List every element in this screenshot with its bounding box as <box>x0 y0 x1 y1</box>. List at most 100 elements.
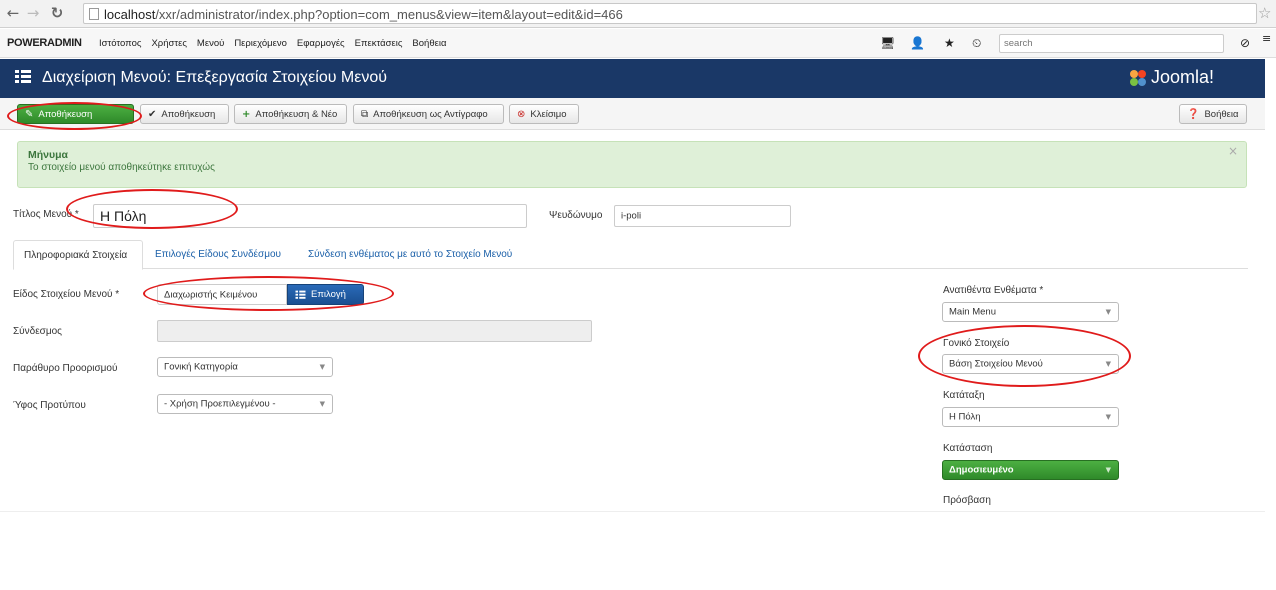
url-path: /xxr/administrator/index.php?option=com_… <box>155 7 623 22</box>
joomla-mini-icon[interactable]: ⊘ <box>1240 36 1250 50</box>
joomla-logo: Joomla! <box>1128 67 1214 88</box>
save-button-label: Αποθήκευση <box>38 108 93 120</box>
page-icon <box>89 8 99 20</box>
target-window-select[interactable]: Γονική Κατηγορία ▼ <box>157 357 333 377</box>
ordering-select[interactable]: Η Πόλη ▼ <box>942 407 1119 427</box>
alias-input-value: i-poli <box>621 210 642 222</box>
joomla-logo-icon <box>1130 69 1146 86</box>
chevron-down-icon: ▼ <box>1105 466 1111 474</box>
save-close-label: Αποθήκευση <box>161 108 216 120</box>
status-label: Κατάσταση <box>943 443 993 454</box>
search-input[interactable] <box>1000 35 1223 52</box>
alias-label: Ψευδώνυμο <box>549 210 603 221</box>
edit-icon: ✎ <box>25 108 34 120</box>
alert-text: Το στοιχείο μενού αποθηκεύτηκε επιτυχώς <box>28 162 215 173</box>
bookmark-star-icon[interactable]: ☆ <box>1258 4 1271 22</box>
back-icon[interactable]: ← <box>4 4 22 22</box>
save-copy-button[interactable]: ⧉ Αποθήκευση ως Αντίγραφο <box>353 104 504 124</box>
check-icon: ✔ <box>148 108 157 120</box>
blank-area <box>0 512 1276 590</box>
alert-heading: Μήνυμα <box>28 149 68 161</box>
menu-label: Ανατιθέντα Ενθέματα * <box>943 285 1044 296</box>
tab-details[interactable]: Πληροφοριακά Στοιχεία <box>13 240 143 270</box>
parent-item-select[interactable]: Βάση Στοιχείου Μενού ▼ <box>942 354 1119 374</box>
menu-item-extensions[interactable]: Επεκτάσεις <box>355 38 403 49</box>
menu-value: Main Menu <box>949 306 996 318</box>
menu-select[interactable]: Main Menu ▼ <box>942 302 1119 322</box>
status-select[interactable]: Δημοσιευμένο ▼ <box>942 460 1119 480</box>
chevron-down-icon: ▼ <box>1105 308 1111 316</box>
menu-item-help[interactable]: Βοήθεια <box>412 38 446 49</box>
select-type-label: Επιλογή <box>311 289 346 300</box>
link-input <box>157 320 592 342</box>
menu-item-site[interactable]: Ιστότοπος <box>99 38 141 49</box>
clock-icon[interactable]: ⏲ <box>972 36 981 51</box>
menu-type-display: Διαχωριστής Κειμένου <box>157 284 287 305</box>
link-label: Σύνδεσμος <box>13 326 62 337</box>
template-style-label: Ύφος Προτύπου <box>13 400 86 411</box>
user-icon[interactable]: 👤 <box>910 36 925 50</box>
url-text: localhost/xxr/administrator/index.php?op… <box>104 7 623 22</box>
menu-item-content[interactable]: Περιεχόμενο <box>234 38 287 49</box>
ordering-label: Κατάταξη <box>943 390 985 401</box>
title-input-value: Η Πόλη <box>100 208 147 224</box>
title-input[interactable]: Η Πόλη <box>93 204 527 228</box>
help-label: Βοήθεια <box>1204 108 1239 120</box>
help-button[interactable]: ❓ Βοήθεια <box>1179 104 1247 124</box>
alert-close-icon[interactable]: × <box>1228 144 1238 158</box>
copy-icon: ⧉ <box>361 108 369 120</box>
alias-input[interactable]: i-poli <box>614 205 791 227</box>
success-message: Μήνυμα Το στοιχείο μενού αποθηκεύτηκε επ… <box>17 141 1247 188</box>
tab-link-type[interactable]: Επιλογές Είδους Συνδέσμου <box>145 240 291 269</box>
select-type-button[interactable]: Επιλογή <box>287 284 364 305</box>
parent-item-value: Βάση Στοιχείου Μενού <box>949 358 1043 370</box>
page-header: Διαχείριση Μενού: Επεξεργασία Στοιχείου … <box>0 59 1265 98</box>
menu-item-components[interactable]: Εφαρμογές <box>297 38 345 49</box>
chevron-down-icon: ▼ <box>1105 360 1111 368</box>
question-icon: ❓ <box>1187 108 1200 120</box>
admin-navbar: POWERADMIN Ιστότοπος Χρήστες Μενού Περιε… <box>0 29 1276 58</box>
chevron-down-icon: ▼ <box>319 363 325 371</box>
save-new-button[interactable]: + Αποθήκευση & Νέο <box>234 104 347 124</box>
save-close-button[interactable]: ✔ Αποθήκευση <box>140 104 229 124</box>
parent-item-label: Γονικό Στοιχείο <box>943 338 1010 349</box>
status-value: Δημοσιευμένο <box>949 464 1014 476</box>
menu-item-menus[interactable]: Μενού <box>197 38 224 49</box>
monitor-icon[interactable]: 🖥 <box>880 36 895 50</box>
star-icon[interactable]: ★ <box>944 36 955 50</box>
tab-module-assignment[interactable]: Σύνδεση ενθέματος με αυτό το Στοιχείο Με… <box>298 240 522 269</box>
reload-icon[interactable]: ↻ <box>48 4 66 22</box>
chevron-down-icon: ▼ <box>319 400 325 408</box>
close-button[interactable]: ⊗ Κλείσιμο <box>509 104 579 124</box>
browser-toolbar: ← → ↻ localhost/xxr/administrator/index.… <box>0 0 1276 28</box>
close-label: Κλείσιμο <box>530 108 567 120</box>
save-new-label: Αποθήκευση & Νέο <box>255 108 338 120</box>
target-window-value: Γονική Κατηγορία <box>164 361 238 373</box>
admin-menu: Ιστότοπος Χρήστες Μενού Περιεχόμενο Εφαρ… <box>99 38 456 49</box>
close-circle-icon: ⊗ <box>517 108 526 120</box>
title-label: Τίτλος Μενού * <box>13 209 79 220</box>
page-title: Διαχείριση Μενού: Επεξεργασία Στοιχείου … <box>42 69 388 86</box>
address-bar[interactable]: localhost/xxr/administrator/index.php?op… <box>83 3 1257 24</box>
save-button[interactable]: ✎ Αποθήκευση <box>17 104 134 124</box>
template-style-select[interactable]: - Χρήση Προεπιλεγμένου - ▼ <box>157 394 333 414</box>
forward-icon[interactable]: → <box>24 4 42 22</box>
chevron-down-icon: ▼ <box>1105 413 1111 421</box>
ordering-value: Η Πόλη <box>949 411 981 423</box>
save-copy-label: Αποθήκευση ως Αντίγραφο <box>373 108 488 120</box>
target-window-label: Παράθυρο Προορισμού <box>13 363 118 374</box>
url-host: localhost <box>104 7 156 22</box>
browser-menu-icon[interactable]: ≡ <box>1262 32 1271 45</box>
menu-item-users[interactable]: Χρήστες <box>151 38 186 49</box>
plus-icon: + <box>242 108 251 120</box>
action-toolbar: ✎ Αποθήκευση ✔ Αποθήκευση + Αποθήκευση &… <box>0 98 1265 130</box>
template-style-value: - Χρήση Προεπιλεγμένου - <box>164 398 276 410</box>
joomla-logo-text: Joomla! <box>1151 67 1215 87</box>
search-box[interactable] <box>999 34 1224 53</box>
menu-type-label: Είδος Στοιχείου Μενού * <box>13 289 120 300</box>
brand-name[interactable]: POWERADMIN <box>7 37 82 49</box>
edit-tabs: Πληροφοριακά Στοιχεία Επιλογές Είδους Συ… <box>13 240 1248 270</box>
list-icon <box>295 290 306 299</box>
menu-type-value: Διαχωριστής Κειμένου <box>164 289 258 300</box>
access-label: Πρόσβαση <box>943 495 991 506</box>
